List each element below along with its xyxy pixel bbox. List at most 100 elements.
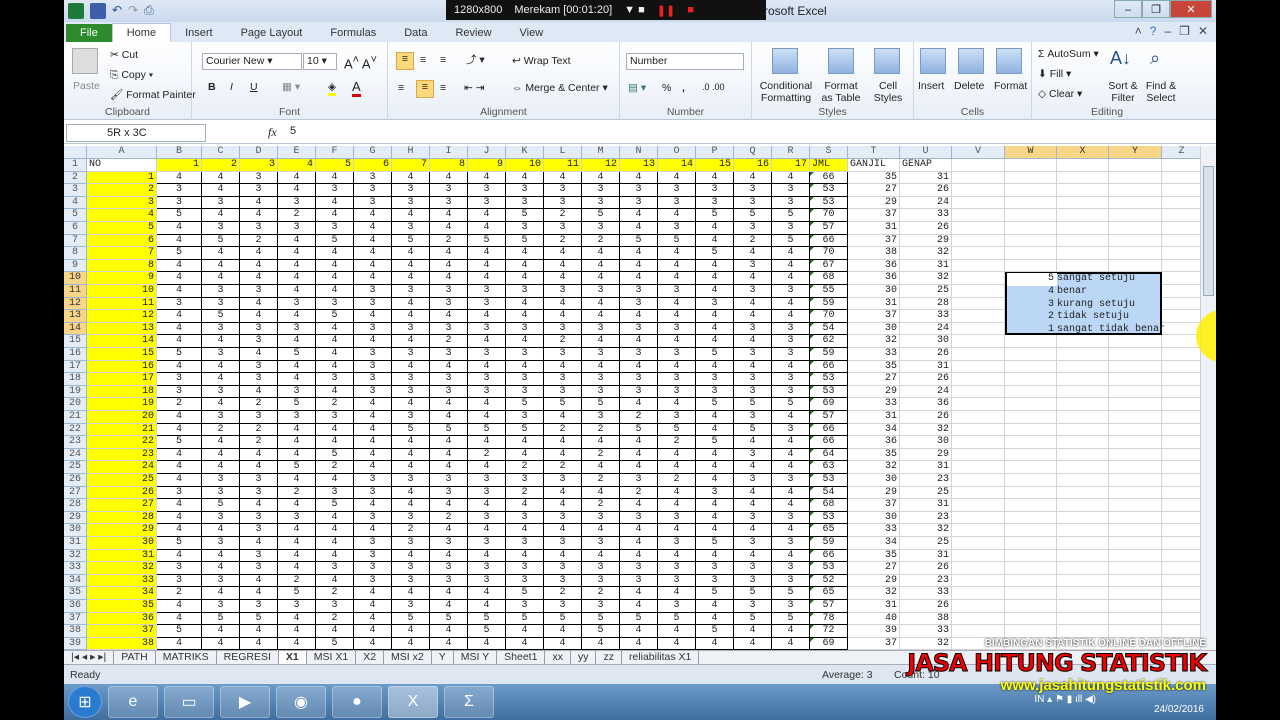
align-left-icon[interactable]: ≡ xyxy=(398,82,404,94)
row-number-cell[interactable]: 32 xyxy=(87,562,157,575)
data-cell[interactable]: 4 xyxy=(620,625,658,638)
data-cell[interactable]: 4 xyxy=(468,272,506,285)
cell[interactable] xyxy=(1109,537,1162,550)
cell[interactable] xyxy=(1057,348,1109,361)
header-cell-1[interactable]: 1 xyxy=(157,159,202,172)
data-cell[interactable]: 3 xyxy=(696,184,734,197)
row-number-cell[interactable]: 5 xyxy=(87,222,157,235)
data-cell[interactable]: 3 xyxy=(468,385,506,399)
cell[interactable] xyxy=(952,436,1005,449)
data-cell[interactable]: 5 xyxy=(506,423,544,437)
data-cell[interactable]: 5 xyxy=(316,310,354,323)
sheet-tab-path[interactable]: PATH xyxy=(114,651,156,664)
data-cell[interactable]: 4 xyxy=(696,171,734,185)
cell[interactable] xyxy=(952,612,1005,626)
row-header[interactable]: 18 xyxy=(64,373,87,386)
genap-cell[interactable]: 31 xyxy=(900,499,952,512)
data-cell[interactable]: 3 xyxy=(240,474,278,487)
row-header[interactable]: 8 xyxy=(64,247,87,260)
data-cell[interactable]: 4 xyxy=(468,524,506,537)
cell[interactable] xyxy=(1005,259,1057,273)
data-cell[interactable]: 4 xyxy=(506,448,544,462)
data-cell[interactable]: 4 xyxy=(468,411,506,424)
data-cell[interactable]: 3 xyxy=(506,562,544,575)
jml-cell[interactable]: 65 xyxy=(810,524,848,537)
data-cell[interactable]: 3 xyxy=(157,196,202,210)
italic-button[interactable]: I xyxy=(230,81,233,93)
cell[interactable] xyxy=(1005,222,1057,235)
data-cell[interactable]: 4 xyxy=(278,524,316,537)
data-cell[interactable]: 3 xyxy=(468,474,506,487)
data-cell[interactable]: 4 xyxy=(430,448,468,462)
data-cell[interactable]: 4 xyxy=(620,436,658,449)
data-cell[interactable]: 3 xyxy=(582,411,620,424)
data-cell[interactable]: 5 xyxy=(696,398,734,411)
data-cell[interactable]: 4 xyxy=(620,360,658,374)
data-cell[interactable]: 3 xyxy=(582,184,620,197)
data-cell[interactable]: 4 xyxy=(278,335,316,348)
cell[interactable] xyxy=(1162,524,1200,537)
data-cell[interactable]: 4 xyxy=(658,637,696,650)
data-cell[interactable]: 3 xyxy=(772,348,810,361)
cell[interactable] xyxy=(952,272,1005,285)
data-cell[interactable]: 3 xyxy=(582,385,620,399)
genap-cell[interactable]: 26 xyxy=(900,348,952,361)
row-number-cell[interactable]: 18 xyxy=(87,385,157,399)
jml-cell[interactable]: 53 xyxy=(810,184,848,197)
data-cell[interactable]: 2 xyxy=(240,398,278,411)
jml-cell[interactable]: 53 xyxy=(810,562,848,575)
data-cell[interactable]: 4 xyxy=(620,247,658,260)
row-number-cell[interactable]: 3 xyxy=(87,196,157,210)
data-cell[interactable]: 3 xyxy=(468,297,506,311)
row-header[interactable]: 2 xyxy=(64,171,87,185)
data-cell[interactable]: 3 xyxy=(430,322,468,336)
cell[interactable] xyxy=(1162,310,1200,323)
data-cell[interactable]: 4 xyxy=(240,625,278,638)
data-cell[interactable]: 3 xyxy=(544,574,582,588)
data-cell[interactable]: 3 xyxy=(430,285,468,298)
data-cell[interactable]: 4 xyxy=(392,297,430,311)
data-cell[interactable]: 4 xyxy=(734,310,772,323)
data-cell[interactable]: 3 xyxy=(620,196,658,210)
genap-cell[interactable]: 24 xyxy=(900,322,952,336)
data-cell[interactable]: 4 xyxy=(316,574,354,588)
header-cell-genap[interactable]: GENAP xyxy=(900,159,952,172)
data-cell[interactable]: 4 xyxy=(582,259,620,273)
data-cell[interactable]: 4 xyxy=(620,461,658,474)
data-cell[interactable]: 3 xyxy=(544,285,582,298)
data-cell[interactable]: 3 xyxy=(658,322,696,336)
data-cell[interactable]: 4 xyxy=(430,310,468,323)
data-cell[interactable]: 3 xyxy=(354,474,392,487)
data-cell[interactable]: 3 xyxy=(354,549,392,563)
cell[interactable] xyxy=(1057,196,1109,210)
data-cell[interactable]: 3 xyxy=(316,297,354,311)
data-cell[interactable]: 3 xyxy=(582,222,620,235)
row-number-cell[interactable]: 4 xyxy=(87,209,157,222)
data-cell[interactable]: 2 xyxy=(582,423,620,437)
row-header[interactable]: 36 xyxy=(64,600,87,613)
data-cell[interactable]: 4 xyxy=(430,272,468,285)
data-cell[interactable]: 4 xyxy=(430,625,468,638)
data-cell[interactable]: 3 xyxy=(354,322,392,336)
header-cell-4[interactable]: 4 xyxy=(278,159,316,172)
cell[interactable] xyxy=(1109,574,1162,588)
data-cell[interactable]: 3 xyxy=(240,171,278,185)
cell[interactable] xyxy=(1162,537,1200,550)
cell[interactable] xyxy=(1162,474,1200,487)
cell[interactable] xyxy=(952,348,1005,361)
data-cell[interactable]: 4 xyxy=(202,625,240,638)
data-cell[interactable]: 4 xyxy=(506,171,544,185)
data-cell[interactable]: 4 xyxy=(202,524,240,537)
row-header[interactable]: 25 xyxy=(64,461,87,474)
genap-cell[interactable]: 32 xyxy=(900,423,952,437)
data-cell[interactable]: 4 xyxy=(316,335,354,348)
column-header-O[interactable]: O xyxy=(658,146,696,159)
cell[interactable] xyxy=(1162,487,1200,500)
cell-styles-button[interactable]: Cell Styles xyxy=(868,80,908,104)
data-cell[interactable]: 3 xyxy=(430,297,468,311)
cell[interactable] xyxy=(1005,625,1057,638)
tab-home[interactable]: Home xyxy=(111,23,172,42)
underline-button[interactable]: U xyxy=(250,81,258,93)
data-cell[interactable]: 3 xyxy=(620,574,658,588)
cell[interactable] xyxy=(1109,612,1162,626)
